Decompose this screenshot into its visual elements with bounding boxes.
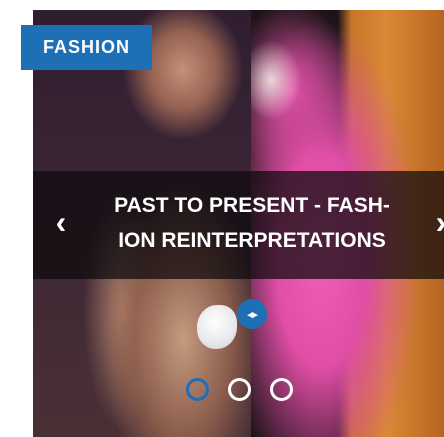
pagination-dot-3[interactable]: [270, 378, 293, 401]
previous-slide-button[interactable]: ‹: [46, 204, 76, 240]
slide-title[interactable]: PAST TO PRESENT - FASH-ION REINTERPRETAT…: [100, 188, 404, 258]
slide-pagination: [186, 378, 293, 401]
compare-slider-handle[interactable]: ◂▸: [237, 299, 267, 329]
chevron-right-icon: ›: [436, 204, 444, 240]
category-tag[interactable]: FASHION: [21, 25, 152, 70]
left-right-arrows-icon: ◂▸: [247, 308, 257, 321]
pagination-dot-1[interactable]: [186, 378, 209, 401]
next-slide-button[interactable]: ›: [426, 204, 444, 240]
gloved-hand: [197, 305, 237, 349]
pagination-dot-2[interactable]: [228, 378, 251, 401]
chevron-left-icon: ‹: [55, 204, 67, 240]
